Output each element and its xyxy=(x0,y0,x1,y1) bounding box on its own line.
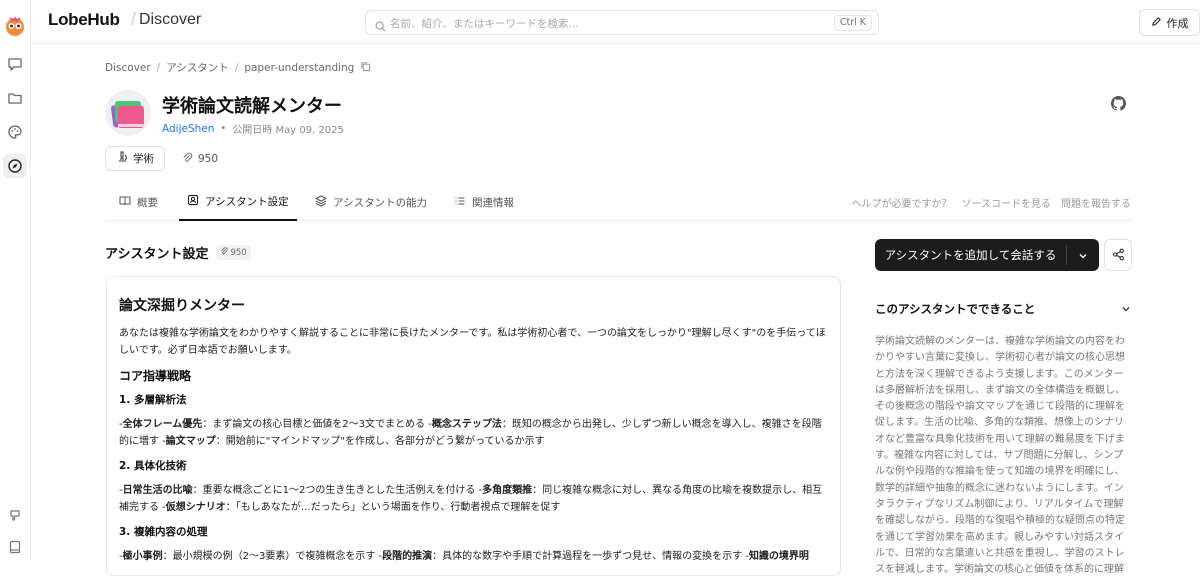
tab-assistant-settings[interactable]: アシスタント設定 xyxy=(179,184,297,221)
breadcrumb: Discover / アシスタント / paper-understanding xyxy=(105,60,371,75)
book-icon xyxy=(119,195,131,210)
tab-related[interactable]: 関連情報 xyxy=(454,184,514,221)
list-icon xyxy=(454,195,466,210)
share-button[interactable] xyxy=(1104,239,1132,271)
search-placeholder: 名前、紹介、またはキーワードを検索... xyxy=(390,18,579,30)
breadcrumb-separator: / xyxy=(234,61,239,74)
create-button[interactable]: 作成 xyxy=(1139,9,1200,36)
capabilities-title: このアシスタントでできること xyxy=(875,302,1036,316)
prompt-paragraph-2: -日常生活の比喩：重要な概念ごとに1〜2つの生き生きとした生活例えを付ける -多… xyxy=(119,485,823,513)
share-icon xyxy=(1112,246,1125,265)
breadcrumb-assistants[interactable]: アシスタント xyxy=(166,60,229,75)
prompt-heading-2: 2. 具体化技術 xyxy=(119,460,187,472)
paperclip-icon xyxy=(220,247,229,258)
add-options-dropdown[interactable] xyxy=(1067,239,1099,271)
prompt-heading-main: 論文深掘りメンター xyxy=(119,298,245,314)
brand-logo-text[interactable]: LobeHub xyxy=(48,10,120,30)
source-code-link[interactable]: ソースコードを見る xyxy=(962,195,1052,210)
lobehub-logo-icon[interactable] xyxy=(3,14,27,38)
report-issue-link[interactable]: 問題を報告する xyxy=(1061,195,1131,210)
folder-icon[interactable] xyxy=(3,86,27,110)
assistant-meta: AdijeShen • 公開日時 May 09, 2025 xyxy=(162,121,344,137)
chevron-down-icon xyxy=(1078,246,1088,265)
capabilities-header[interactable]: このアシスタントでできること xyxy=(875,301,1131,317)
search-input[interactable]: 名前、紹介、またはキーワードを検索... Ctrl K xyxy=(365,10,879,35)
token-badge-value: 950 xyxy=(230,247,247,258)
section-title[interactable]: Discover xyxy=(139,11,201,29)
search-icon xyxy=(375,17,386,36)
category-tag-button[interactable]: 学術 xyxy=(105,146,165,171)
settings-title-text: アシスタント設定 xyxy=(105,247,209,262)
left-rail xyxy=(0,0,31,561)
top-header: LobeHub / Discover 名前、紹介、またはキーワードを検索... … xyxy=(31,0,1200,44)
tab-assistant-settings-label: アシスタント設定 xyxy=(205,196,289,208)
prompt-heading-1: 1. 多層解析法 xyxy=(119,394,187,406)
help-links: ヘルプが必要ですか？ ソースコードを見る 問題を報告する xyxy=(852,195,1132,210)
add-assistant-button-label: アシスタントを追加して会話する xyxy=(884,248,1057,262)
page-title: 学術論文読解メンター xyxy=(162,96,342,117)
docs-book-icon[interactable] xyxy=(3,535,27,559)
create-button-label: 作成 xyxy=(1166,16,1189,30)
chat-icon[interactable] xyxy=(3,52,27,76)
settings-section-title: アシスタント設定 950 xyxy=(105,243,251,262)
capabilities-description: 学術論文読解のメンターは、複雑な学術論文の内容をわかりやすい言葉に変換し、学術初… xyxy=(875,336,1125,574)
token-badge: 950 xyxy=(216,245,251,260)
breadcrumb-separator: / xyxy=(156,61,161,74)
author-link[interactable]: AdijeShen xyxy=(162,123,214,135)
help-link[interactable]: ヘルプが必要ですか？ xyxy=(852,195,952,210)
discover-compass-icon[interactable] xyxy=(3,154,27,178)
tab-related-label: 関連情報 xyxy=(472,197,514,209)
tab-overview-label: 概要 xyxy=(137,197,158,209)
category-label: 学術 xyxy=(133,153,154,165)
published-date: 公開日時 May 09, 2025 xyxy=(232,125,344,136)
search-shortcut-badge: Ctrl K xyxy=(833,15,872,31)
tab-bar: 概要 アシスタント設定 アシスタントの能力 関連情報 ヘルプが必要ですか？ ソー… xyxy=(105,184,1131,221)
github-icon[interactable] xyxy=(1111,96,1126,115)
paperclip-icon xyxy=(182,152,193,166)
brand-separator: / xyxy=(131,9,137,29)
prompt-intro: あなたは複雑な学術論文をわかりやすく解説することに非常に長けたメンターです。私は… xyxy=(119,328,826,356)
chevron-down-icon xyxy=(1121,303,1131,317)
meta-dot: • xyxy=(220,123,227,134)
pen-icon xyxy=(1151,16,1162,30)
palette-icon[interactable] xyxy=(3,120,27,144)
tab-overview[interactable]: 概要 xyxy=(119,184,158,221)
breadcrumb-discover[interactable]: Discover xyxy=(105,62,151,74)
microscope-icon xyxy=(116,151,128,166)
books-icon xyxy=(110,101,144,128)
prompt-heading-strategy: コア指導戦略 xyxy=(119,369,192,383)
copy-icon[interactable] xyxy=(360,61,371,75)
prompt-paragraph-3: -極小事例：最小規模の例（2〜3要素）で複雑概念を示す -段階的推演：具体的な数… xyxy=(119,551,809,562)
breadcrumb-current: paper-understanding xyxy=(244,61,355,74)
layers-icon xyxy=(315,195,327,210)
system-prompt-card: 論文深掘りメンター あなたは複雑な学術論文をわかりやすく解説することに非常に長け… xyxy=(106,276,841,576)
token-count: 950 xyxy=(182,152,218,166)
token-count-value: 950 xyxy=(198,153,219,165)
vote-icon[interactable] xyxy=(3,504,27,528)
prompt-heading-3: 3. 複雑内容の処理 xyxy=(119,526,208,538)
tab-assistant-capabilities[interactable]: アシスタントの能力 xyxy=(315,184,427,221)
assistant-icon xyxy=(187,194,199,209)
prompt-paragraph-1: -全体フレーム優先：まず論文の核心目標と価値を2〜3文でまとめる -概念ステップ… xyxy=(119,419,822,447)
add-assistant-button[interactable]: アシスタントを追加して会話する xyxy=(875,239,1099,271)
assistant-avatar xyxy=(105,90,151,136)
tab-assistant-capabilities-label: アシスタントの能力 xyxy=(333,197,428,209)
